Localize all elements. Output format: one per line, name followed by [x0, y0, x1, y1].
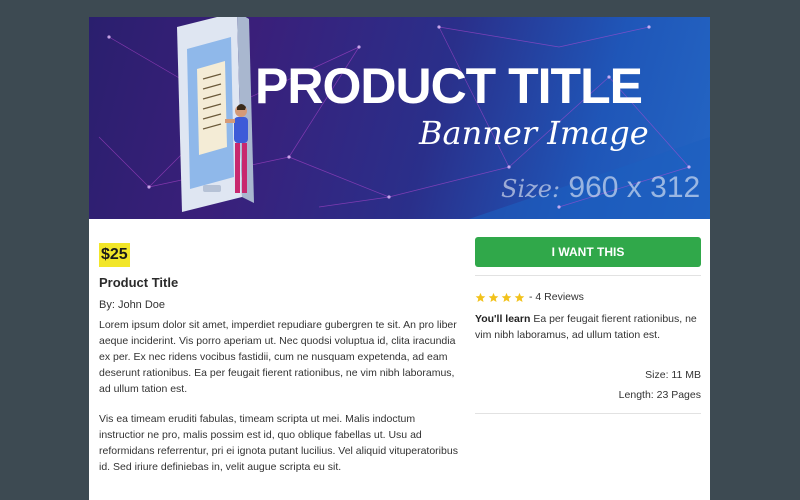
banner-image: PRODUCT TITLE Banner Image Size: 960 x 3… [89, 17, 710, 219]
banner-size-label: Size: [501, 175, 561, 203]
product-card: PRODUCT TITLE Banner Image Size: 960 x 3… [89, 17, 710, 500]
star-icon [488, 292, 499, 302]
reviews-count[interactable]: - 4 Reviews [529, 291, 584, 303]
i-want-this-button[interactable]: I WANT THIS [475, 237, 701, 267]
banner-size-value: 960 x 312 [568, 171, 701, 204]
file-meta: Size: 11 MB Length: 23 Pages [475, 365, 701, 405]
description-paragraph-1: Lorem ipsum dolor sit amet, imperdiet re… [99, 319, 457, 395]
banner-size: Size: 960 x 312 [501, 173, 700, 203]
star-icon [475, 292, 486, 302]
rating-row: - 4 Reviews [475, 291, 701, 303]
divider [475, 413, 701, 414]
star-icon [514, 292, 525, 302]
price-badge: $25 [99, 243, 130, 267]
banner-title: PRODUCT TITLE [255, 58, 643, 114]
description-paragraph-2: Vis ea timeam eruditi fabulas, timeam sc… [99, 413, 458, 473]
author-line: By: John Doe [99, 299, 166, 311]
file-size: Size: 11 MB [645, 369, 701, 381]
divider [475, 275, 701, 276]
star-icon [501, 292, 512, 302]
page-length: Length: 23 Pages [618, 389, 701, 401]
purchase-sidebar: I WANT THIS - 4 Reviews You'll learn Ea … [475, 237, 701, 414]
learn-label: You'll learn [475, 313, 531, 325]
learn-summary: You'll learn Ea per feugait fierent rati… [475, 311, 701, 343]
star-rating [475, 292, 525, 303]
banner-subtitle: Banner Image [419, 114, 649, 152]
product-details: $25 Product Title By: John Doe Lorem ips… [99, 243, 459, 475]
product-title: Product Title [99, 275, 179, 290]
